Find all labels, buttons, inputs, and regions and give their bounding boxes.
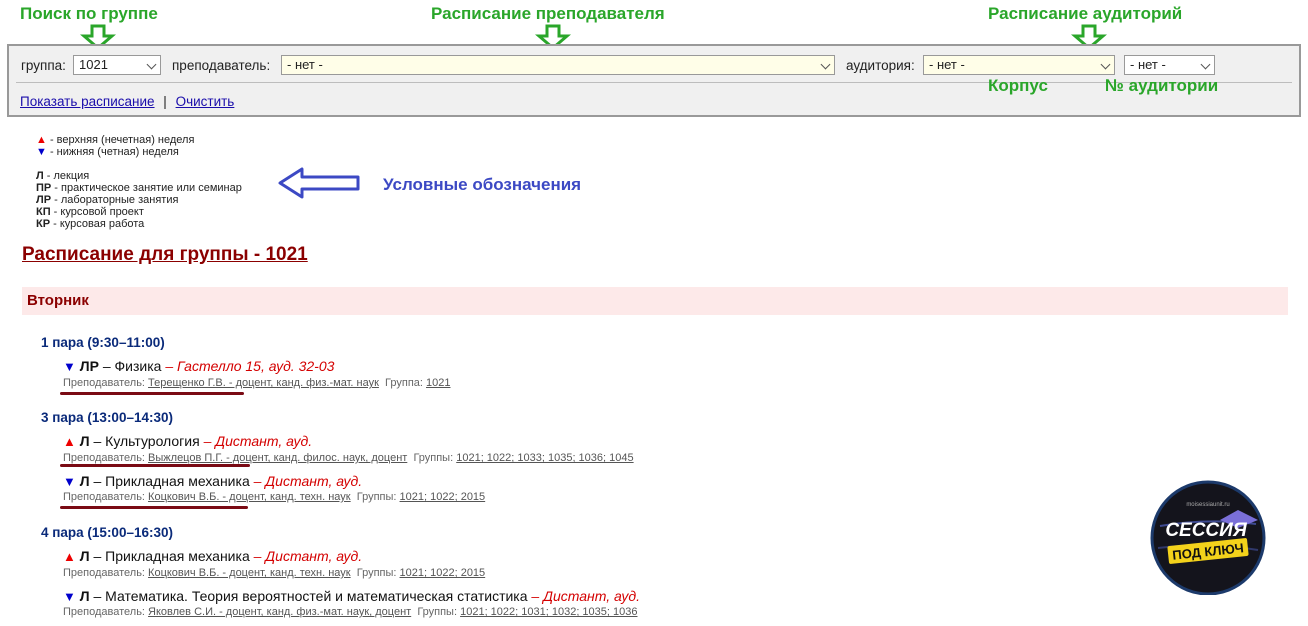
group-select[interactable]: 1021 <box>73 55 161 75</box>
chevron-down-icon <box>146 59 157 70</box>
triangle-up-icon: ▲ <box>36 134 47 146</box>
teacher-link[interactable]: Коцкович В.Б. - доцент, канд. техн. наук <box>148 491 351 503</box>
teacher-label: преподаватель: <box>172 58 271 73</box>
links-separator: | <box>163 94 167 109</box>
legend-item: ЛР - лабораторные занятия <box>36 194 179 206</box>
chevron-down-icon <box>1100 59 1111 70</box>
day-header: Вторник <box>22 287 1288 315</box>
building-select[interactable]: - нет - <box>923 55 1115 75</box>
teacher-info: Преподаватель: Терещенко Г.В. - доцент, … <box>63 377 451 389</box>
highlight-underline <box>60 392 244 395</box>
legend-types: Л - лекция ПР - практическое занятие или… <box>36 170 242 230</box>
legend-item: КР - курсовая работа <box>36 218 145 230</box>
session-logo: moisessiaunit.ru СЕССИЯ ПОД КЛЮЧ <box>1150 480 1266 595</box>
teacher-info: Преподаватель: Выжлецов П.Г. - доцент, к… <box>63 452 634 464</box>
teacher-info: Преподаватель: Коцкович В.Б. - доцент, к… <box>63 491 486 503</box>
legend-item: ПР - практическое занятие или семинар <box>36 182 242 194</box>
group-label: группа: <box>21 58 66 73</box>
teacher-link[interactable]: Терещенко Г.В. - доцент, канд. физ.-мат.… <box>148 377 379 389</box>
annotation-teacher-schedule: Расписание преподавателя <box>431 4 665 23</box>
annotation-rooms-schedule: Расписание аудиторий <box>988 4 1183 23</box>
highlight-underline <box>60 464 250 467</box>
logo-line1: СЕССИЯ <box>1165 520 1248 541</box>
lesson-item: ▲ Л – Прикладная механика – Дистант, ауд… <box>63 548 363 564</box>
triangle-down-icon: ▼ <box>63 359 76 374</box>
annotation-group-search: Поиск по группе <box>20 4 158 23</box>
arrow-left-icon <box>278 167 360 199</box>
teacher-link[interactable]: Яковлев С.И. - доцент, канд. физ.-мат. н… <box>148 606 411 618</box>
chevron-down-icon <box>1200 59 1211 70</box>
groups-link[interactable]: 1021; 1022; 2015 <box>400 567 486 579</box>
schedule-title: Расписание для группы - 1021 <box>22 244 308 265</box>
triangle-up-icon: ▲ <box>63 434 76 449</box>
triangle-down-icon: ▼ <box>63 474 76 489</box>
panel-divider <box>16 82 1292 83</box>
room-select[interactable]: - нет - <box>1124 55 1215 75</box>
lesson-item: ▼ Л – Прикладная механика – Дистант, ауд… <box>63 473 363 489</box>
legend-item: Л - лекция <box>36 170 90 182</box>
teacher-select-value: - нет - <box>287 57 323 72</box>
triangle-down-icon: ▼ <box>63 589 76 604</box>
logo-site: moisessiaunit.ru <box>1186 502 1229 508</box>
lesson-item: ▲ Л – Культурология – Дистант, ауд. <box>63 433 313 449</box>
annotation-room-number: № аудитории <box>1105 76 1219 95</box>
legend-upper-week: - верхняя (нечетная) неделя <box>49 134 195 146</box>
legend-weeks: ▲ - верхняя (нечетная) неделя ▼ - нижняя… <box>36 134 194 158</box>
room-select-value: - нет - <box>1130 57 1166 72</box>
lesson-item: ▼ Л – Математика. Теория вероятностей и … <box>63 588 640 604</box>
search-panel: группа: 1021 преподаватель: - нет - ауди… <box>7 44 1301 117</box>
teacher-info: Преподаватель: Яковлев С.И. - доцент, ка… <box>63 606 638 618</box>
pair-header: 3 пара (13:00–14:30) <box>41 410 173 425</box>
highlight-underline <box>60 506 248 509</box>
teacher-link[interactable]: Выжлецов П.Г. - доцент, канд. филос. нау… <box>148 452 407 464</box>
groups-link[interactable]: 1021 <box>426 377 450 389</box>
teacher-select[interactable]: - нет - <box>281 55 835 75</box>
pair-header: 1 пара (9:30–11:00) <box>41 335 165 350</box>
room-label: аудитория: <box>846 58 915 73</box>
legend-lower-week: - нижняя (четная) неделя <box>49 146 179 158</box>
annotation-legend: Условные обозначения <box>383 175 582 194</box>
groups-link[interactable]: 1021; 1022; 1033; 1035; 1036; 1045 <box>456 452 633 464</box>
groups-link[interactable]: 1021; 1022; 1031; 1032; 1035; 1036 <box>460 606 637 618</box>
clear-link[interactable]: Очистить <box>176 94 235 109</box>
teacher-info: Преподаватель: Коцкович В.Б. - доцент, к… <box>63 567 486 579</box>
chevron-down-icon <box>820 59 831 70</box>
panel-links: Показать расписание | Очистить <box>20 94 234 109</box>
annotation-building: Корпус <box>988 76 1048 95</box>
group-select-value: 1021 <box>79 57 108 72</box>
groups-link[interactable]: 1021; 1022; 2015 <box>400 491 486 503</box>
building-select-value: - нет - <box>929 57 965 72</box>
triangle-up-icon: ▲ <box>63 549 76 564</box>
show-schedule-link[interactable]: Показать расписание <box>20 94 155 109</box>
pair-header: 4 пара (15:00–16:30) <box>41 525 173 540</box>
lesson-item: ▼ ЛР – Физика – Гастелло 15, ауд. 32-03 <box>63 358 335 374</box>
triangle-down-icon: ▼ <box>36 146 47 158</box>
legend-item: КП - курсовой проект <box>36 206 144 218</box>
teacher-link[interactable]: Коцкович В.Б. - доцент, канд. техн. наук <box>148 567 351 579</box>
